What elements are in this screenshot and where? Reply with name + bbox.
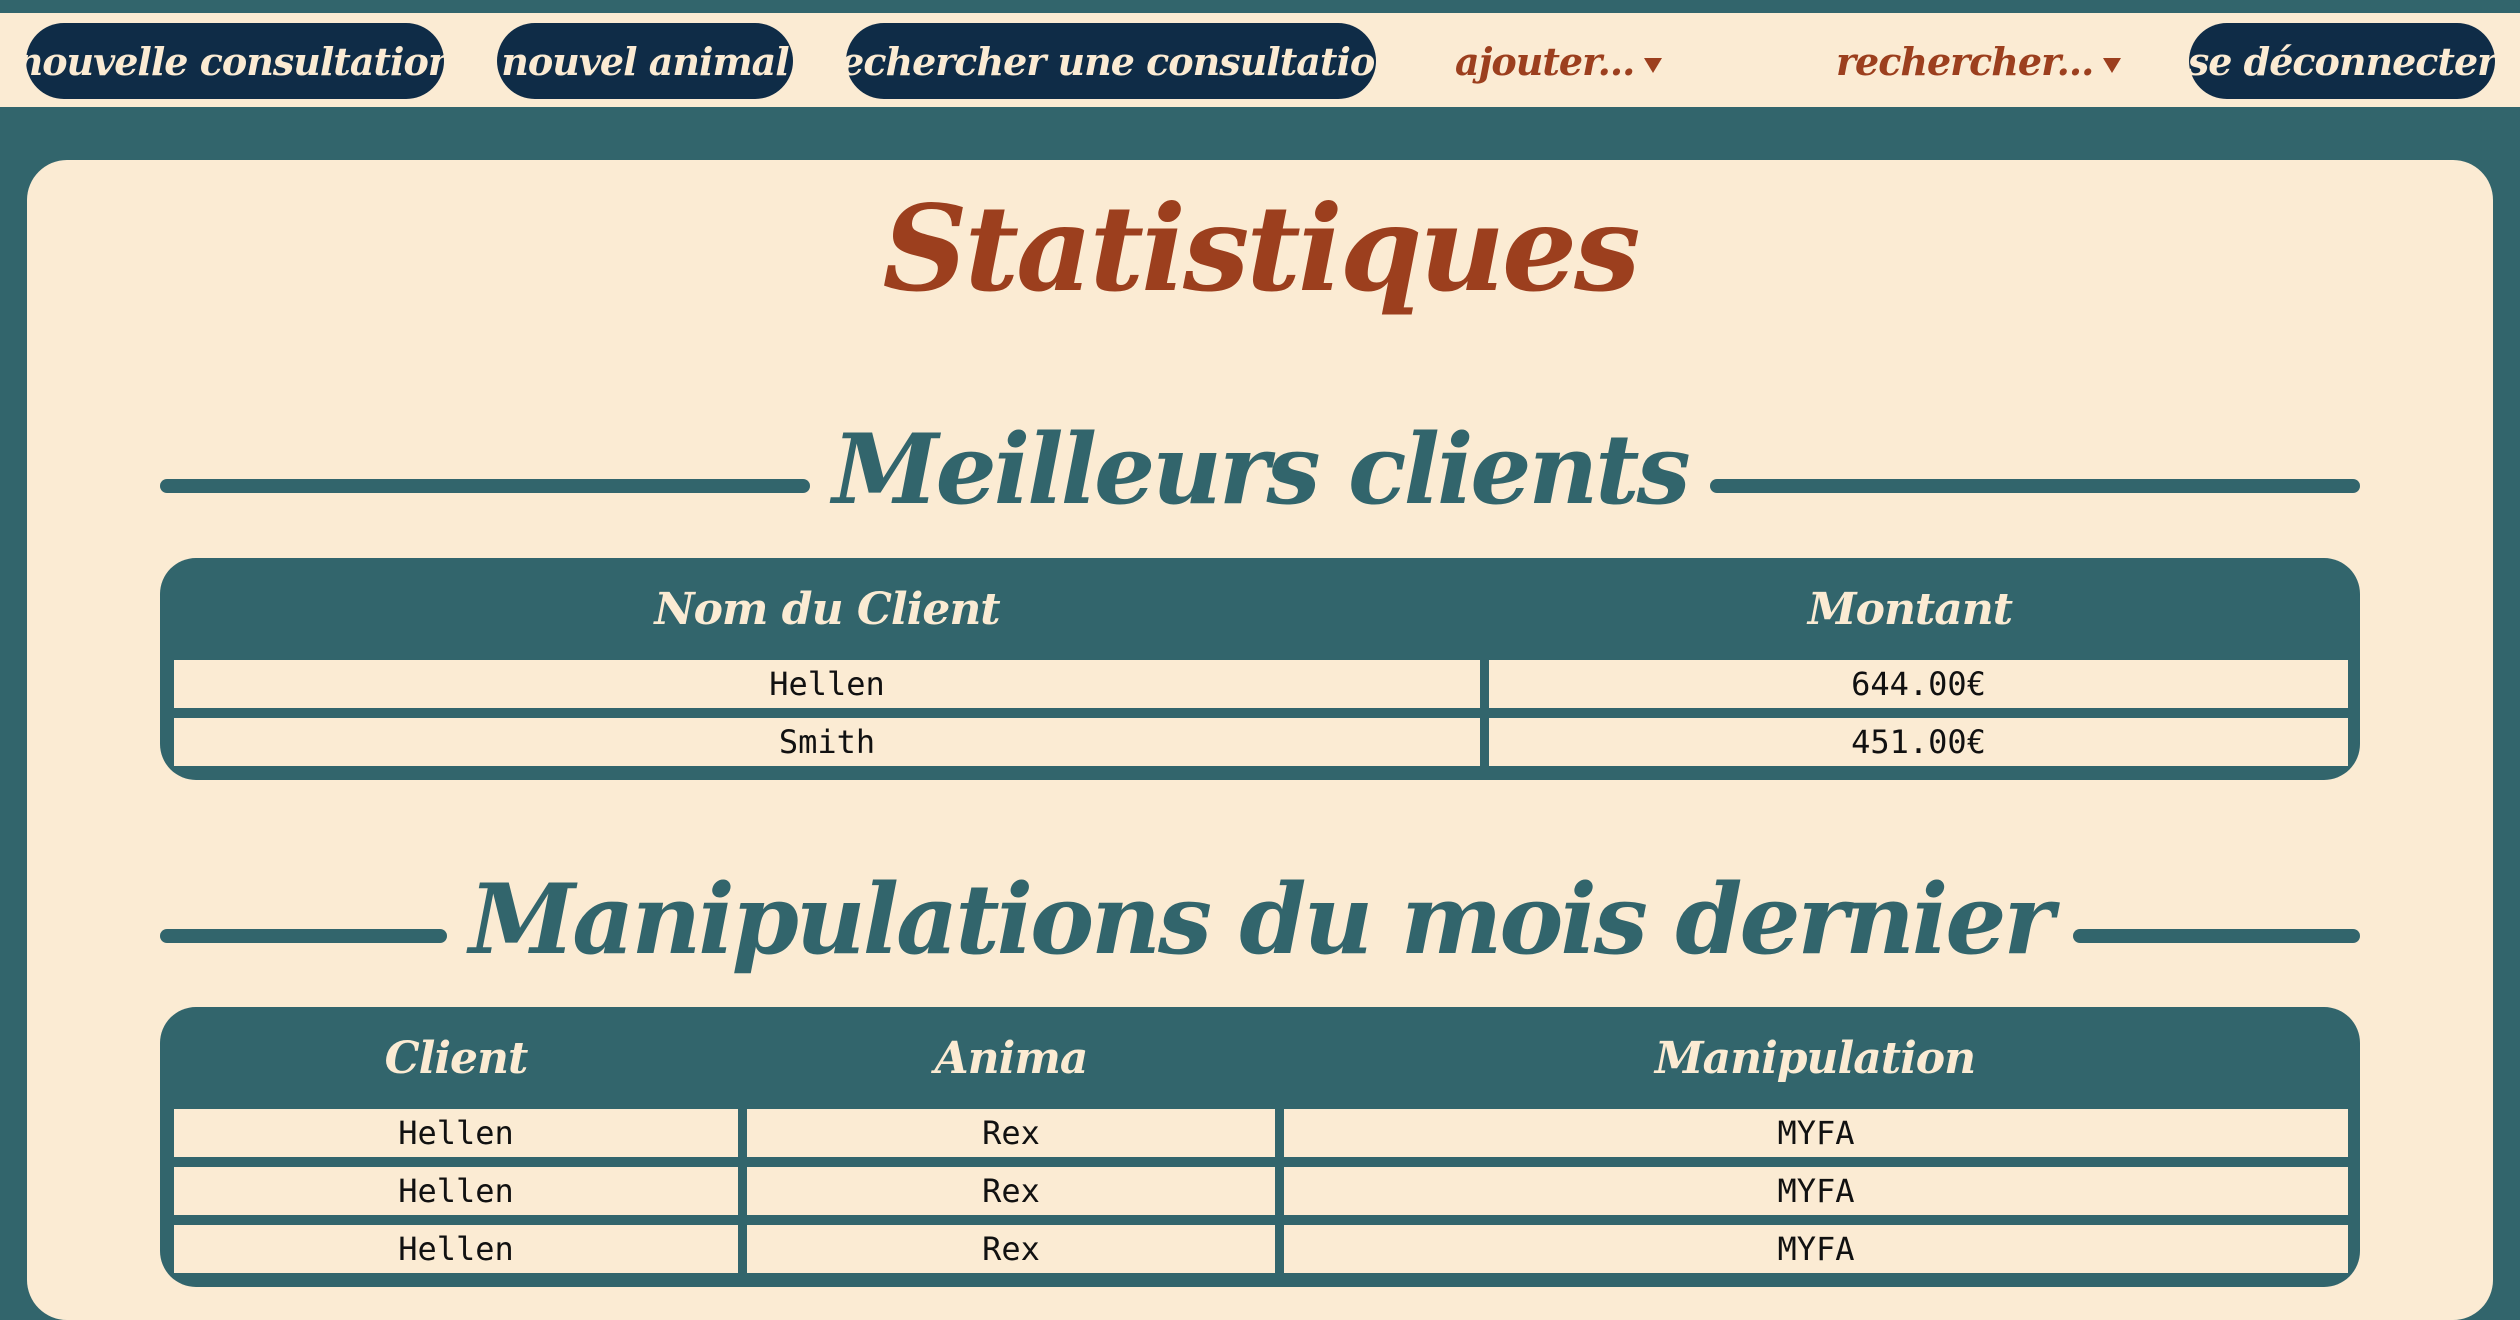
cell-animal: Rex [747, 1167, 1275, 1215]
cell-client-name: Smith [174, 718, 1480, 766]
logout-button[interactable]: se déconnecter [2188, 23, 2497, 99]
column-header-amount: Montant [1807, 583, 2013, 635]
manipulations-table: Client Anima Manipulation Hellen Rex MYF… [160, 1007, 2360, 1287]
add-dropdown[interactable]: ajouter... [1455, 23, 1663, 99]
cell-amount: 451.00€ [1489, 718, 2348, 766]
cell-manipulation: MYFA [1284, 1109, 2348, 1157]
search-dropdown-label: rechercher... [1836, 38, 2094, 84]
search-consultation-button[interactable]: rechercher une consultation [821, 23, 1402, 99]
chevron-down-icon [2103, 57, 2122, 73]
top-navbar: nouvelle consultation nouvel animal rech… [0, 13, 2520, 107]
cell-manipulation: MYFA [1284, 1167, 2348, 1215]
cell-manipulation: MYFA [1284, 1225, 2348, 1273]
table-header: Nom du Client Montant [174, 558, 2346, 660]
table-row: Hellen Rex MYFA [174, 1167, 2348, 1215]
heading-rule-right [2073, 929, 2360, 943]
cell-client: Hellen [174, 1167, 738, 1215]
main-card: Statistiques Meilleurs clients Nom du Cl… [27, 160, 2493, 1320]
manipulations-title: Manipulations du mois dernier [468, 863, 2054, 976]
column-header-animal: Anima [934, 1032, 1089, 1084]
table-row: Hellen Rex MYFA [174, 1109, 2348, 1157]
best-clients-heading: Meilleurs clients [160, 410, 2361, 530]
cell-client: Hellen [174, 1109, 738, 1157]
table-row: Hellen Rex MYFA [174, 1225, 2348, 1273]
new-animal-button[interactable]: nouvel animal [497, 23, 793, 99]
best-clients-table: Nom du Client Montant Hellen 644.00€ Smi… [160, 558, 2360, 780]
column-header-manipulation: Manipulation [1654, 1032, 1976, 1084]
chevron-down-icon [1644, 57, 1663, 73]
add-dropdown-label: ajouter... [1455, 38, 1635, 84]
table-header: Client Anima Manipulation [174, 1007, 2346, 1109]
column-header-client-name: Nom du Client [654, 583, 1000, 635]
page-title: Statistiques [882, 179, 1640, 318]
heading-rule-left [160, 929, 447, 943]
heading-rule-right [1709, 479, 2361, 493]
cell-amount: 644.00€ [1489, 660, 2348, 708]
new-consultation-button[interactable]: nouvelle consultation [16, 23, 455, 99]
heading-rule-left [160, 479, 811, 493]
manipulations-heading: Manipulations du mois dernier [160, 860, 2360, 980]
best-clients-title: Meilleurs clients [832, 413, 1690, 526]
table-row: Smith 451.00€ [174, 718, 2348, 766]
cell-client-name: Hellen [174, 660, 1480, 708]
top-strip [0, 0, 2520, 13]
search-dropdown[interactable]: rechercher... [1836, 23, 2122, 99]
cell-animal: Rex [747, 1109, 1275, 1157]
cell-animal: Rex [747, 1225, 1275, 1273]
table-row: Hellen 644.00€ [174, 660, 2348, 708]
cell-client: Hellen [174, 1225, 738, 1273]
column-header-client: Client [384, 1032, 529, 1084]
